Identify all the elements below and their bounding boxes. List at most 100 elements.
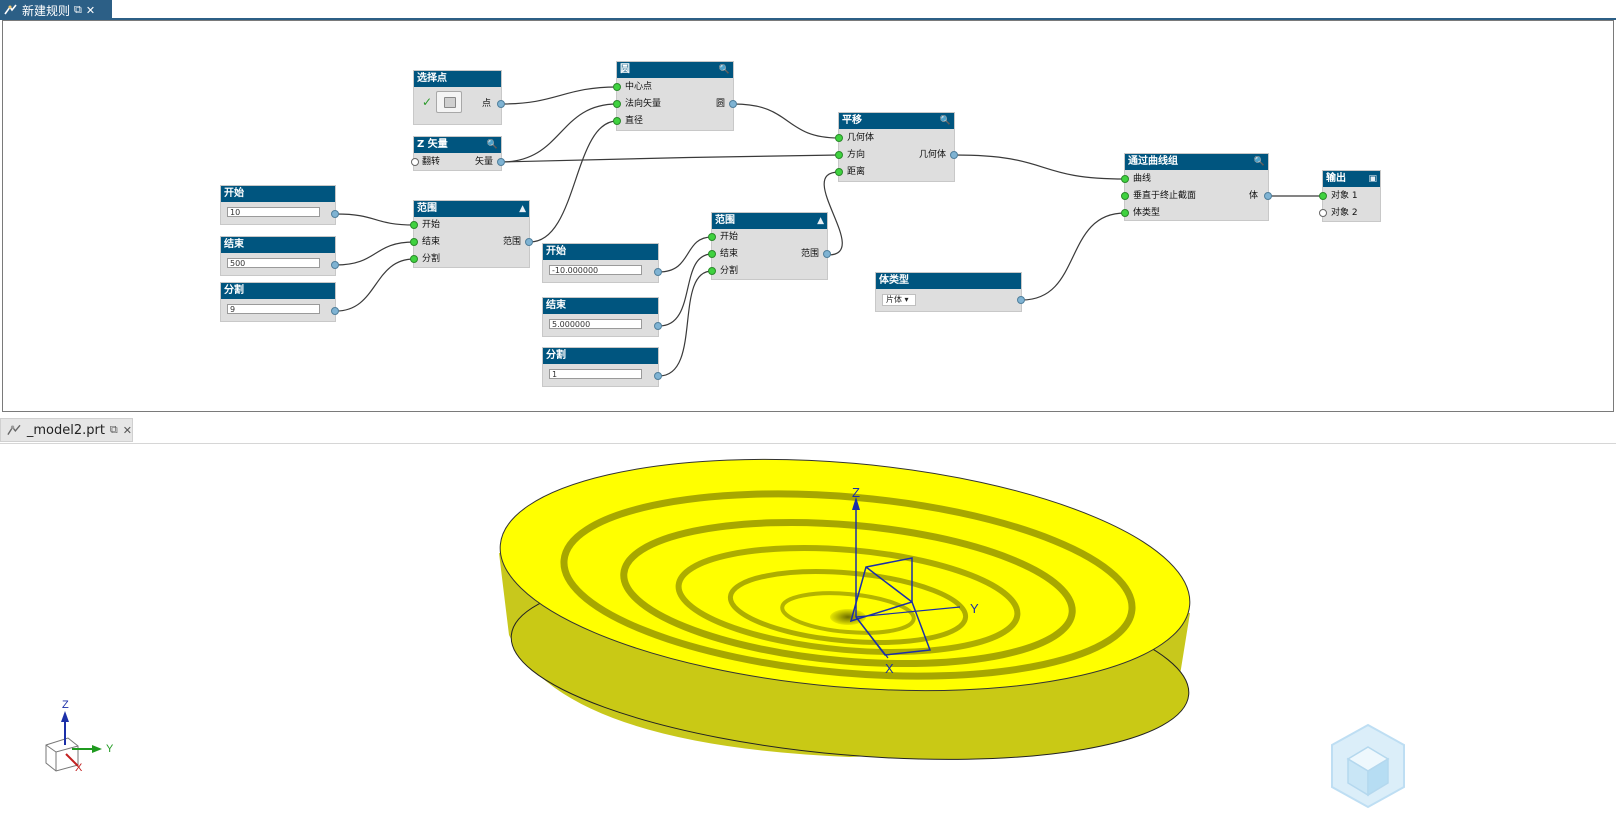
graphics-viewport[interactable]: Z Y X Z Y X <box>0 445 1616 820</box>
port-label: 翻转 <box>422 157 441 167</box>
search-icon[interactable]: 🔍 <box>1254 154 1265 170</box>
node-divide-2[interactable]: 分割 1 <box>543 348 662 386</box>
input-port[interactable] <box>410 221 418 229</box>
body-type-dropdown[interactable]: 片体 ▾ <box>882 294 916 306</box>
input-port[interactable] <box>410 255 418 263</box>
chevron-down-icon: ▾ <box>904 295 909 304</box>
output-port[interactable] <box>654 372 662 380</box>
wire-point-to-center <box>500 86 618 105</box>
output-port[interactable] <box>654 268 662 276</box>
node-translate[interactable]: 平移 🔍 几何体 方向 距离 几何体 <box>835 113 958 181</box>
input-port[interactable] <box>1121 209 1129 217</box>
input-port[interactable] <box>411 158 419 166</box>
node-range-2[interactable]: 范围 ▲ 开始 结束 分割 范围 <box>708 213 831 279</box>
close-icon[interactable]: ✕ <box>86 4 95 17</box>
port-label: 体 <box>1248 191 1258 201</box>
input-port[interactable] <box>1319 209 1327 217</box>
end-value-input[interactable]: 5.000000 <box>549 319 642 329</box>
end-value-input[interactable]: 500 <box>227 258 320 268</box>
node-title: Z 矢量 <box>417 139 448 150</box>
dropdown-value: 片体 <box>886 295 902 304</box>
collapse-icon[interactable]: ▲ <box>817 213 824 229</box>
input-port[interactable] <box>708 233 716 241</box>
input-port[interactable] <box>835 168 843 176</box>
node-divide-1[interactable]: 分割 9 <box>221 283 339 321</box>
port-label: 圆 <box>715 99 725 109</box>
view-cube-icon[interactable] <box>1331 723 1405 809</box>
node-z-vector[interactable]: Z 矢量 🔍 翻转 矢量 <box>411 137 505 170</box>
node-title: 开始 <box>543 244 658 260</box>
input-port[interactable] <box>835 134 843 142</box>
input-port[interactable] <box>613 83 621 91</box>
port-label: 开始 <box>720 232 739 242</box>
node-title: 圆 <box>620 64 630 75</box>
node-start-1[interactable]: 开始 10 <box>221 186 339 224</box>
triad-x-label: X <box>75 762 83 774</box>
node-select-point[interactable]: 选择点 ✓ 点 <box>414 71 505 124</box>
output-port[interactable] <box>497 158 505 166</box>
output-port[interactable] <box>729 100 737 108</box>
port-label: 体类型 <box>1133 208 1161 218</box>
output-port[interactable] <box>654 322 662 330</box>
output-port[interactable] <box>331 261 339 269</box>
node-title: 分割 <box>543 348 658 364</box>
input-port[interactable] <box>708 267 716 275</box>
wire-zvec-to-direction <box>500 154 840 163</box>
input-port[interactable] <box>613 117 621 125</box>
divide-value-input[interactable]: 9 <box>227 304 320 314</box>
node-title: 范围 <box>715 215 735 226</box>
node-through-curves[interactable]: 通过曲线组 🔍 曲线 垂直于终止截面 体类型 体 <box>1121 154 1272 220</box>
yellow-surface-body[interactable] <box>491 445 1200 784</box>
port-label: 矢量 <box>474 157 493 167</box>
node-end-1[interactable]: 结束 500 <box>221 237 339 275</box>
node-end-2[interactable]: 结束 5.000000 <box>543 298 662 336</box>
start-value-input[interactable]: 10 <box>227 207 320 217</box>
tab-divider <box>0 443 1616 444</box>
input-port[interactable] <box>613 100 621 108</box>
tab-rule-editor[interactable]: 新建规则 ⧉ ✕ <box>0 0 112 20</box>
output-port[interactable] <box>1264 192 1272 200</box>
input-port[interactable] <box>835 151 843 159</box>
output-port[interactable] <box>331 307 339 315</box>
rule-graph-canvas[interactable]: 选择点 ✓ 点 Z 矢量 🔍 翻转 矢量 开始 10 结束 500 分割 9 范围… <box>2 20 1614 412</box>
close-icon[interactable]: ✕ <box>123 424 132 437</box>
point-picker-button[interactable] <box>436 91 462 113</box>
input-port[interactable] <box>1121 192 1129 200</box>
port-label: 方向 <box>847 150 866 160</box>
search-icon[interactable]: 🔍 <box>487 137 498 153</box>
port-label: 几何体 <box>918 150 946 160</box>
node-body-type[interactable]: 体类型 片体 ▾ <box>876 273 1025 311</box>
wire-translate-to-curves <box>954 154 1126 180</box>
node-range-1[interactable]: 范围 ▲ 开始 结束 分割 范围 <box>410 201 533 267</box>
node-title: 开始 <box>221 186 335 202</box>
port-label: 对象 2 <box>1331 208 1358 218</box>
node-title: 平移 <box>842 115 862 126</box>
output-port[interactable] <box>525 238 533 246</box>
input-port[interactable] <box>410 238 418 246</box>
input-port[interactable] <box>708 250 716 258</box>
collapse-icon[interactable]: ▲ <box>519 201 526 217</box>
tab-model[interactable]: _model2.prt ⧉ ✕ <box>0 418 133 442</box>
popout-icon[interactable]: ⧉ <box>110 423 118 437</box>
output-port[interactable] <box>823 250 831 258</box>
divide-value-input[interactable]: 1 <box>549 369 642 379</box>
node-circle[interactable]: 圆 🔍 中心点 法向矢量 直径 圆 <box>613 62 737 130</box>
view-triad-icon[interactable]: Z Y X <box>45 699 114 774</box>
input-port[interactable] <box>1319 192 1327 200</box>
search-icon[interactable]: 🔍 <box>940 113 951 129</box>
output-port[interactable] <box>950 151 958 159</box>
wire-zvec-to-normal <box>500 103 618 163</box>
port-label: 分割 <box>720 266 739 276</box>
start-value-input[interactable]: -10.000000 <box>549 265 642 275</box>
expand-icon[interactable]: ▣ <box>1368 171 1377 187</box>
wcs-z-label: Z <box>852 485 860 500</box>
output-port[interactable] <box>497 100 505 108</box>
search-icon[interactable]: 🔍 <box>719 62 730 78</box>
node-output[interactable]: 输出 ▣ 对象 1 对象 2 <box>1319 171 1380 221</box>
output-port[interactable] <box>1017 296 1025 304</box>
popout-icon[interactable]: ⧉ <box>74 3 82 17</box>
input-port[interactable] <box>1121 175 1129 183</box>
node-start-2[interactable]: 开始 -10.000000 <box>543 244 662 282</box>
wire-circle-to-geometry <box>733 103 840 139</box>
output-port[interactable] <box>331 210 339 218</box>
